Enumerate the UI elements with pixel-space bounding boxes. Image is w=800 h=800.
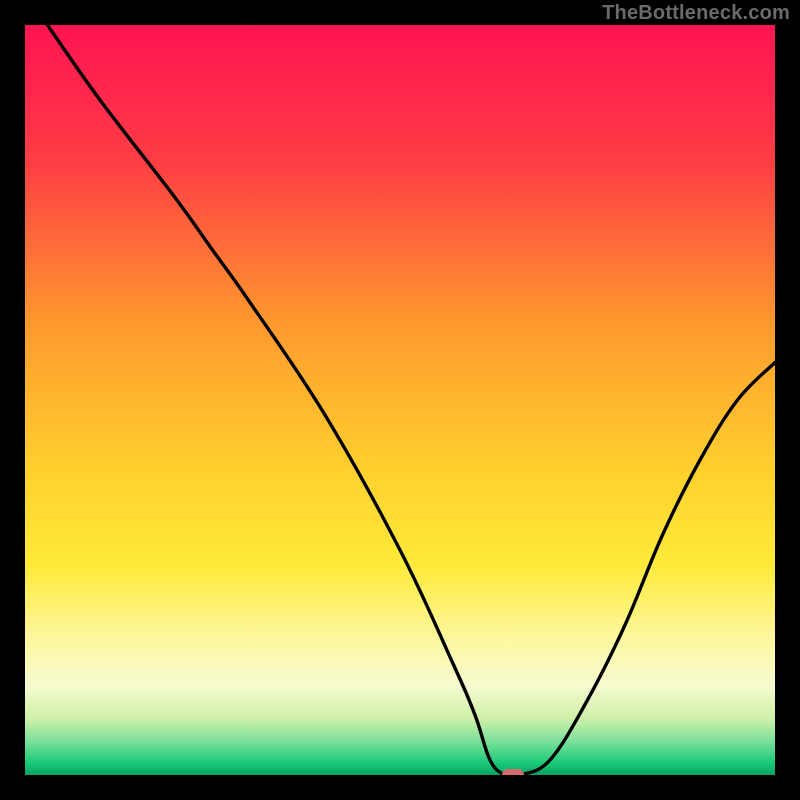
watermark-text: TheBottleneck.com — [602, 2, 790, 25]
plot-area — [25, 25, 775, 775]
chart-frame: TheBottleneck.com — [0, 0, 800, 800]
bottleneck-curve — [25, 25, 775, 775]
optimum-marker — [502, 769, 524, 775]
